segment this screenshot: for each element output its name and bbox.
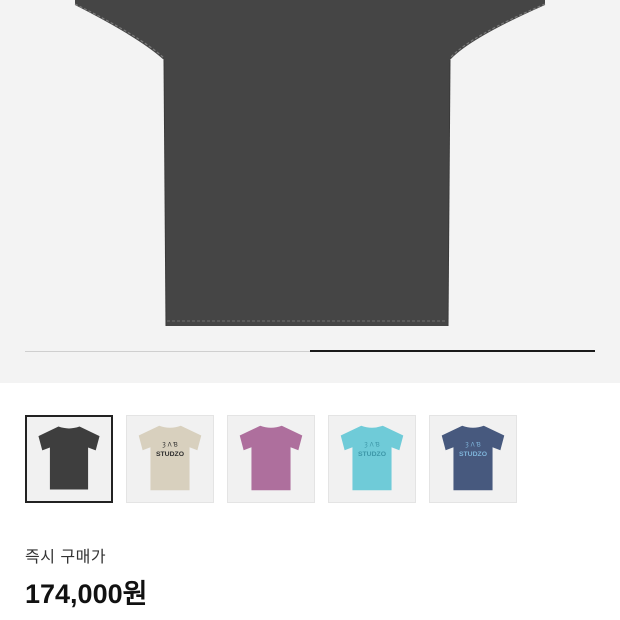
price-label: 즉시 구매가: [25, 549, 107, 566]
tshirt-thumbnail: [38, 426, 100, 490]
tshirt-thumbnail: Ȝ Λ Ɓ STUDZO: [441, 425, 505, 491]
thumbnail-4[interactable]: Ȝ Λ Ɓ STUDZO: [328, 415, 416, 503]
shirt-print-text: STUDZO: [156, 451, 185, 458]
thumbnail-strip: Ȝ Λ Ɓ STUDZO Ȝ Λ Ɓ STUDZO Ȝ Λ Ɓ STUDZO: [25, 415, 595, 505]
tshirt-thumbnail: Ȝ Λ Ɓ STUDZO: [340, 425, 404, 491]
thumbnail-1[interactable]: [25, 415, 113, 503]
shirt-print-text: STUDZO: [459, 451, 488, 458]
shirt-print-text: STUDZO: [358, 451, 387, 458]
tshirt-back-image: [74, 0, 546, 327]
thumbnail-2[interactable]: Ȝ Λ Ɓ STUDZO: [126, 415, 214, 503]
shirt-print-symbols: Ȝ Λ Ɓ: [162, 442, 178, 448]
tshirt-shape: [239, 425, 303, 491]
thumbnail-5[interactable]: Ȝ Λ Ɓ STUDZO: [429, 415, 517, 503]
shirt-print-symbols: Ȝ Λ Ɓ: [364, 442, 380, 448]
gallery-progress-indicator: [310, 350, 595, 352]
tshirt-shape: [38, 426, 100, 490]
shirt-print-symbols: Ȝ Λ Ɓ: [465, 442, 481, 448]
tshirt-thumbnail: [239, 425, 303, 491]
thumbnail-3[interactable]: [227, 415, 315, 503]
product-image-area: [0, 0, 620, 383]
tshirt-thumbnail: Ȝ Λ Ɓ STUDZO: [138, 425, 202, 491]
price-value: 174,000원: [25, 579, 148, 609]
